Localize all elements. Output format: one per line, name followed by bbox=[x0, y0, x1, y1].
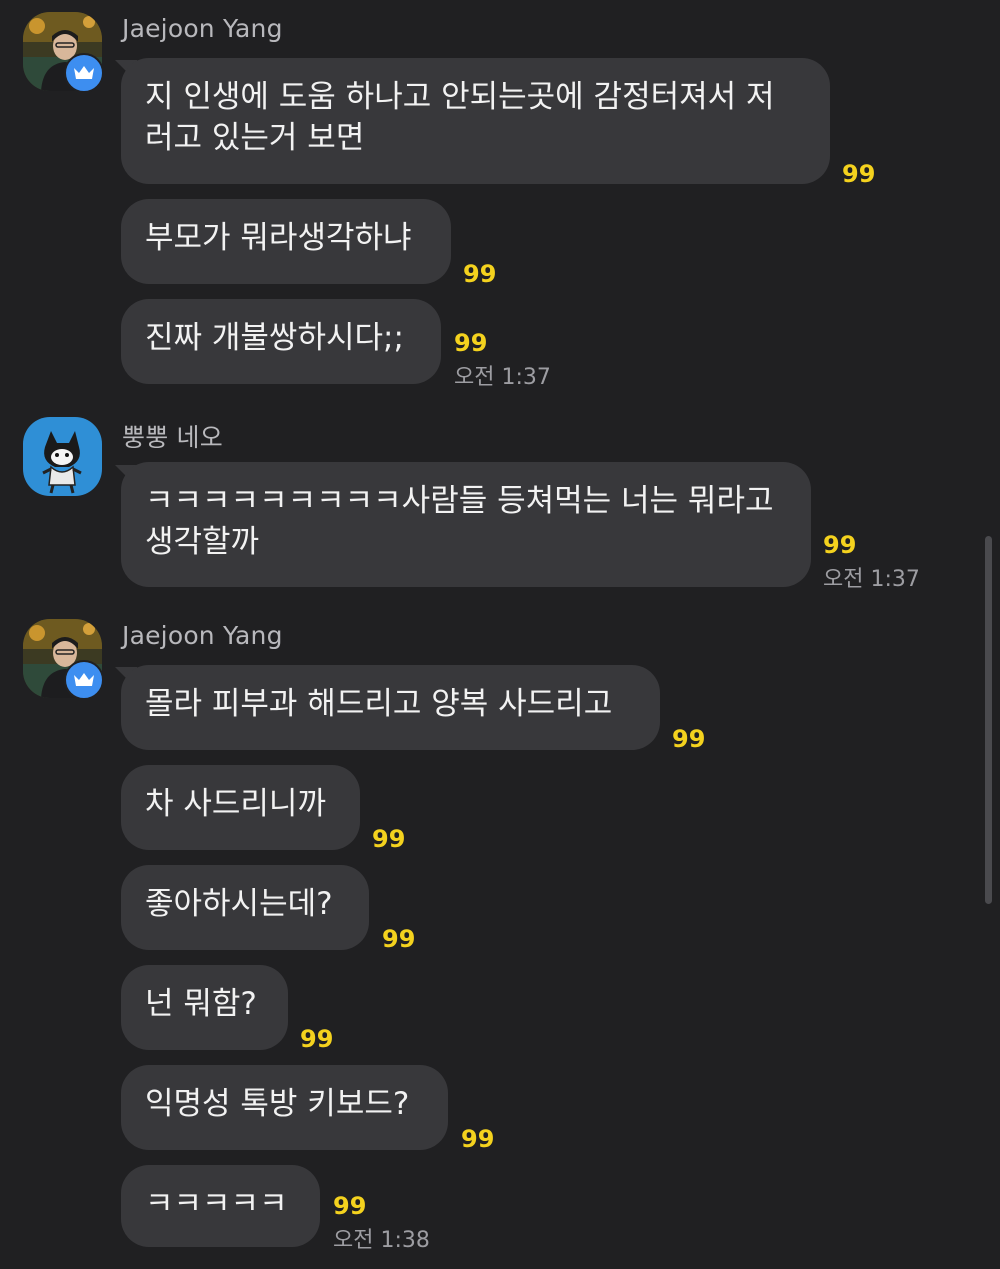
message-meta: 99 bbox=[372, 825, 405, 853]
message-bubble[interactable]: 몰라 피부과 해드리고 양복 사드리고 bbox=[121, 665, 660, 750]
crown-icon bbox=[64, 53, 104, 93]
unread-count: 99 bbox=[382, 925, 416, 953]
unread-count: 99 bbox=[672, 725, 706, 753]
avatar[interactable] bbox=[23, 417, 102, 496]
message-bubble[interactable]: ㅋㅋㅋㅋㅋㅋㅋㅋㅋ사람들 등쳐먹는 너는 뭐라고 생각할까 bbox=[121, 462, 811, 587]
chat-screen: Jaejoon Yang 지 인생에 도움 하나고 안되는곳에 감정터져서 저 … bbox=[0, 0, 1000, 1269]
neo-character-icon bbox=[23, 417, 102, 496]
message-bubble[interactable]: ㅋㅋㅋㅋㅋ bbox=[121, 1165, 320, 1247]
timestamp: 오전 1:38 bbox=[333, 1228, 430, 1253]
message-meta: 99 bbox=[461, 1125, 494, 1153]
unread-count: 99 bbox=[333, 1192, 367, 1220]
message-bubble[interactable]: 지 인생에 도움 하나고 안되는곳에 감정터져서 저 러고 있는거 보면 bbox=[121, 58, 830, 184]
message-bubble[interactable]: 넌 뭐함? bbox=[121, 965, 288, 1050]
message-bubble[interactable]: 진짜 개불쌍하시다;; bbox=[121, 299, 441, 384]
unread-count: 99 bbox=[454, 329, 488, 357]
message-meta: 99 오전 1:38 bbox=[333, 1192, 430, 1254]
message-bubble[interactable]: 익명성 톡방 키보드? bbox=[121, 1065, 448, 1150]
message-meta: 99 오전 1:37 bbox=[823, 531, 920, 593]
sender-name: 뿡뿡 네오 bbox=[122, 423, 223, 452]
timestamp: 오전 1:37 bbox=[823, 567, 920, 592]
message-meta: 99 bbox=[463, 260, 496, 288]
message-meta: 99 오전 1:37 bbox=[454, 329, 551, 391]
avatar[interactable] bbox=[23, 12, 104, 93]
sender-name: Jaejoon Yang bbox=[122, 621, 283, 650]
sender-name: Jaejoon Yang bbox=[122, 14, 283, 43]
timestamp: 오전 1:37 bbox=[454, 365, 551, 390]
unread-count: 99 bbox=[372, 825, 406, 853]
crown-icon bbox=[64, 660, 104, 700]
unread-count: 99 bbox=[842, 160, 876, 188]
message-bubble[interactable]: 차 사드리니까 bbox=[121, 765, 360, 850]
avatar[interactable] bbox=[23, 619, 104, 700]
unread-count: 99 bbox=[300, 1025, 334, 1053]
message-bubble[interactable]: 부모가 뭐라생각하냐 bbox=[121, 199, 451, 284]
unread-count: 99 bbox=[463, 260, 497, 288]
message-meta: 99 bbox=[672, 725, 705, 753]
message-meta: 99 bbox=[300, 1025, 333, 1053]
scrollbar[interactable] bbox=[985, 536, 992, 904]
message-meta: 99 bbox=[382, 925, 415, 953]
message-meta: 99 bbox=[842, 160, 875, 188]
unread-count: 99 bbox=[461, 1125, 495, 1153]
unread-count: 99 bbox=[823, 531, 857, 559]
message-bubble[interactable]: 좋아하시는데? bbox=[121, 865, 369, 950]
